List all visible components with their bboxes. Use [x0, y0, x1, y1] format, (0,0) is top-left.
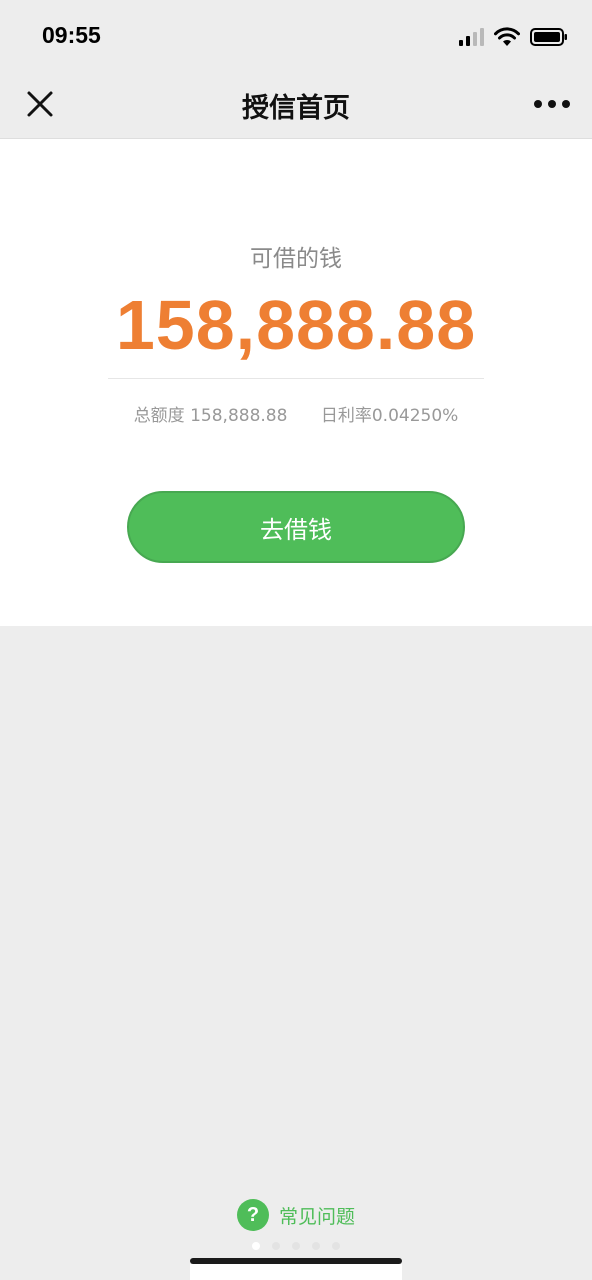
more-icon[interactable] — [532, 90, 572, 118]
page-title: 授信首页 — [242, 93, 350, 124]
page-dot — [252, 1242, 260, 1250]
question-icon: ? — [236, 1199, 269, 1231]
credit-card: 可借的钱 158,888.88 总额度 158,888.88 日利率0.0425… — [0, 139, 592, 626]
divider — [108, 378, 484, 379]
wifi-icon — [494, 27, 520, 46]
page-indicator — [0, 1242, 592, 1250]
available-amount: 158,888.88 — [115, 286, 477, 364]
page-dot — [292, 1242, 300, 1250]
page-dot — [272, 1242, 280, 1250]
battery-icon — [530, 28, 567, 46]
faq-link[interactable]: ? 常见问题 — [0, 1199, 592, 1231]
faq-label: 常见问题 — [278, 1205, 355, 1228]
status-time: 09:55 — [42, 22, 101, 48]
page-dot — [312, 1242, 320, 1250]
status-icons — [459, 26, 568, 48]
home-bar-background — [190, 1264, 402, 1280]
page-dot — [332, 1242, 340, 1250]
borrow-button[interactable]: 去借钱 — [127, 491, 465, 563]
total-limit: 总额度 158,888.88 — [133, 406, 288, 426]
cellular-signal-icon — [459, 28, 484, 46]
credit-info: 总额度 158,888.88 日利率0.04250% — [0, 401, 592, 426]
status-bar: 09:55 — [0, 0, 592, 70]
daily-rate: 日利率0.04250% — [320, 406, 459, 426]
available-label: 可借的钱 — [250, 246, 342, 272]
navigation-bar: 授信首页 — [0, 70, 592, 139]
